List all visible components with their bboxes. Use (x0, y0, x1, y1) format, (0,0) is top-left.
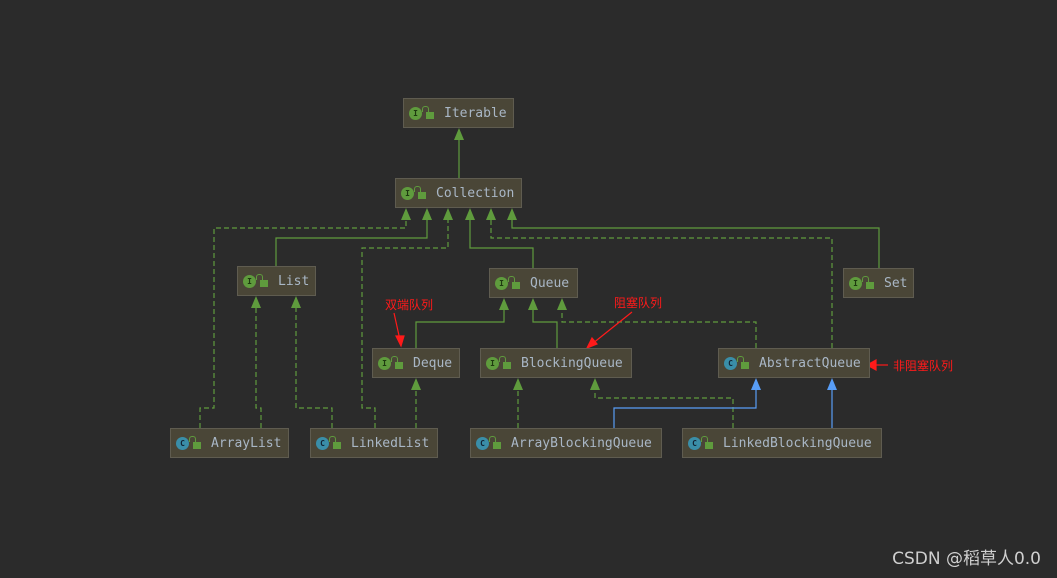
lock-icon (189, 435, 201, 449)
arrow-head (751, 378, 761, 390)
node-label: ArrayBlockingQueue (511, 435, 652, 451)
node-array-blocking-queue[interactable]: C ArrayBlockingQueue (470, 428, 662, 458)
node-label: Queue (530, 275, 570, 291)
node-label: Iterable (444, 105, 507, 121)
arrow-head (454, 128, 464, 140)
node-abstract-queue[interactable]: C AbstractQueue (718, 348, 870, 378)
node-label: LinkedList (351, 435, 430, 451)
edge-arraylist-list (255, 298, 262, 428)
arrow-head (411, 378, 421, 390)
arrow-head (465, 208, 475, 220)
interface-icon: I (495, 276, 508, 290)
lock-icon (862, 275, 874, 289)
node-collection[interactable]: I Collection (395, 178, 522, 208)
watermark: CSDN @稻草人0.0 (892, 549, 1041, 569)
class-icon: C (176, 436, 189, 450)
lock-icon (414, 185, 426, 199)
interface-icon: I (849, 276, 862, 290)
arrow-head (291, 296, 301, 308)
lock-icon (489, 435, 501, 449)
arrow-head (557, 298, 567, 310)
arrow-head (251, 296, 261, 308)
edge-linkedlist-list (295, 298, 333, 428)
arrow-head (401, 208, 411, 220)
node-label: Collection (436, 185, 515, 201)
lock-icon (422, 105, 434, 119)
class-icon: C (688, 436, 701, 450)
lock-icon (256, 273, 268, 287)
interface-icon: I (378, 356, 391, 370)
node-label: List (278, 273, 310, 289)
edge-arraylist-collection (199, 210, 407, 428)
arrow-head (499, 298, 509, 310)
arrow-head (507, 208, 517, 220)
annotation-nonblocking: 非阻塞队列 (893, 359, 954, 373)
annotation-deque: 双端队列 (385, 298, 434, 312)
node-set[interactable]: I Set (843, 268, 914, 298)
node-linked-list[interactable]: C LinkedList (310, 428, 438, 458)
node-array-list[interactable]: C ArrayList (170, 428, 289, 458)
interface-icon: I (486, 356, 499, 370)
node-label: Set (884, 275, 908, 291)
arrow-head (590, 378, 600, 390)
edge-abq-abstractqueue (613, 380, 757, 428)
node-linked-blocking-queue[interactable]: C LinkedBlockingQueue (682, 428, 882, 458)
node-iterable[interactable]: I Iterable (403, 98, 514, 128)
lock-icon (391, 355, 403, 369)
node-list[interactable]: I List (237, 266, 316, 296)
node-deque[interactable]: I Deque (372, 348, 460, 378)
node-blocking-queue[interactable]: I BlockingQueue (480, 348, 632, 378)
arrow-head (486, 208, 496, 220)
arrow-head (422, 208, 432, 220)
lock-icon (499, 355, 511, 369)
interface-icon: I (409, 106, 422, 120)
node-label: ArrayList (211, 435, 282, 451)
node-label: LinkedBlockingQueue (723, 435, 872, 451)
edge-lbq-blockingqueue (594, 380, 734, 428)
edge-set-collection (511, 210, 880, 268)
lock-icon (329, 435, 341, 449)
lock-icon (701, 435, 713, 449)
annotation-arrow (591, 311, 633, 345)
node-queue[interactable]: I Queue (489, 268, 578, 298)
lock-icon (508, 275, 520, 289)
arrow-head (528, 298, 538, 310)
arrow-head (827, 378, 837, 390)
arrow-head (443, 208, 453, 220)
class-icon: C (316, 436, 329, 450)
class-icon: C (476, 436, 489, 450)
lock-icon (737, 355, 749, 369)
node-label: AbstractQueue (759, 355, 861, 371)
edge-queue-collection (469, 210, 534, 268)
node-label: BlockingQueue (521, 355, 623, 371)
edge-linkedlist-collection (361, 210, 449, 428)
annotation-blocking: 阻塞队列 (614, 296, 663, 310)
arrow-head (513, 378, 523, 390)
abstract-class-icon: C (724, 356, 737, 370)
interface-icon: I (401, 186, 414, 200)
node-label: Deque (413, 355, 453, 371)
interface-icon: I (243, 274, 256, 288)
